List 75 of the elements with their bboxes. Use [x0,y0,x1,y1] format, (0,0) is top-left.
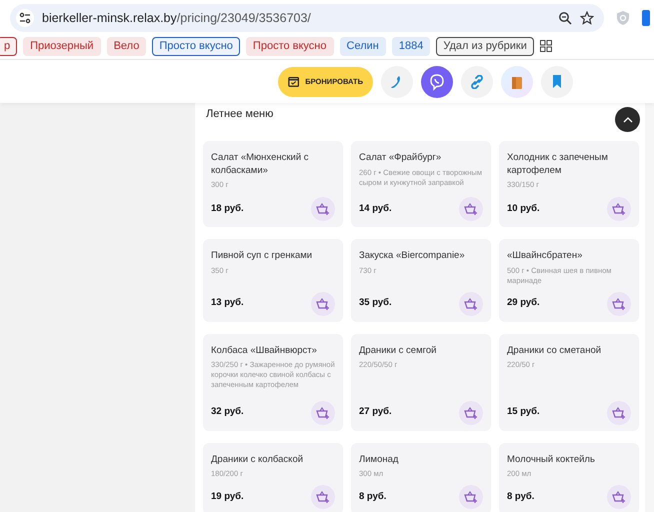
add-to-basket-button[interactable] [311,485,335,509]
dish-price: 15 руб. [507,405,540,420]
add-to-basket-button[interactable] [459,292,483,316]
add-to-basket-icon [464,491,478,503]
add-to-basket-button[interactable] [311,400,335,424]
bookmark-chip[interactable]: Просто вкусно [246,36,334,56]
dish-price: 29 руб. [507,296,540,310]
dish-name: Драники с колбаской [211,454,304,466]
add-to-basket-icon [316,491,330,503]
dish-price: 27 руб. [359,405,392,420]
bag-button[interactable] [501,66,533,98]
add-to-basket-icon [316,406,330,418]
dish-name: Драники со сметаной [507,344,602,357]
dish-name: Молочный коктейль [507,454,596,466]
apps-grid-icon[interactable] [540,40,552,52]
add-to-basket-button[interactable] [459,400,483,424]
dish-price: 35 руб. [359,296,392,310]
dish-price: 14 руб. [359,202,392,216]
site-settings-icon[interactable] [16,9,34,27]
section-title: Летнее меню [206,107,274,122]
share-link-button[interactable] [461,66,493,98]
add-to-basket-button[interactable] [311,292,335,316]
dish-name: Лимонад [359,454,400,466]
dish-price: 8 руб. [507,490,534,504]
add-to-basket-button[interactable] [459,197,483,221]
add-to-basket-icon [464,298,478,310]
add-to-basket-button[interactable] [607,485,631,509]
dish-name: Холодник с запеченым картофелем [507,152,609,177]
add-to-basket-icon [464,406,478,418]
add-to-basket-icon [612,298,626,310]
add-to-basket-icon [612,406,626,418]
dish-name: «Швайнсбратен» [507,250,584,262]
calendar-icon [288,75,300,88]
add-to-basket-icon [316,298,330,310]
chevron-up-icon [622,116,632,122]
add-to-basket-button[interactable] [459,485,483,509]
scroll-up-button[interactable] [615,107,640,132]
add-to-basket-icon [612,491,626,503]
zoom-icon[interactable] [558,11,572,25]
add-to-basket-icon [464,203,478,215]
bookmark-chip[interactable]: р [0,36,18,56]
viber-icon [428,72,446,90]
dish-price: 18 руб. [211,202,244,216]
dish-name: Закуска «Biercompanie» [359,250,466,262]
bookmark-chip[interactable]: Удал из рубрики [436,36,534,56]
add-to-basket-button[interactable] [607,292,631,316]
dish-price: 32 руб. [211,405,244,420]
dish-name: Пивной суп с гренками [211,250,314,262]
add-to-basket-icon [612,203,626,215]
dish-price: 13 руб. [211,296,244,310]
link-icon [470,74,484,88]
add-to-basket-button[interactable] [607,400,631,424]
bookmark-chip[interactable]: Вело [106,36,146,56]
bookmark-chip[interactable]: Просто вкусно [152,36,240,56]
bookmark-chip[interactable]: Приозерный [23,36,101,56]
extension-icon[interactable] [642,10,650,26]
dish-name: Салат «Мюнхенский с колбасками» [211,152,310,177]
dish-price: 19 руб. [211,490,244,504]
dish-price: 8 руб. [359,490,386,504]
phone-button[interactable] [381,66,413,98]
add-to-basket-button[interactable] [607,197,631,221]
bookmark-chip[interactable]: Селин [340,36,386,56]
add-to-basket-button[interactable] [311,197,335,221]
bag-icon [511,74,523,88]
bookmark-button[interactable] [541,66,573,98]
dish-name: Салат «Фрайбург» [359,152,442,164]
add-to-basket-icon [316,203,330,215]
bookmark-chip[interactable]: 1884 [392,36,430,56]
address-bar[interactable]: bierkeller-minsk.relax.by/pricing/23049/3536703/ [10,4,604,32]
dish-name: Драники с семгой [359,344,438,357]
dish-price: 10 руб. [507,202,540,216]
dish-name: Колбаса «Швайнвюрст» [211,344,318,357]
bookmark-icon [552,75,562,88]
viber-button[interactable] [421,66,453,98]
bookmark-star-icon[interactable] [580,11,594,25]
